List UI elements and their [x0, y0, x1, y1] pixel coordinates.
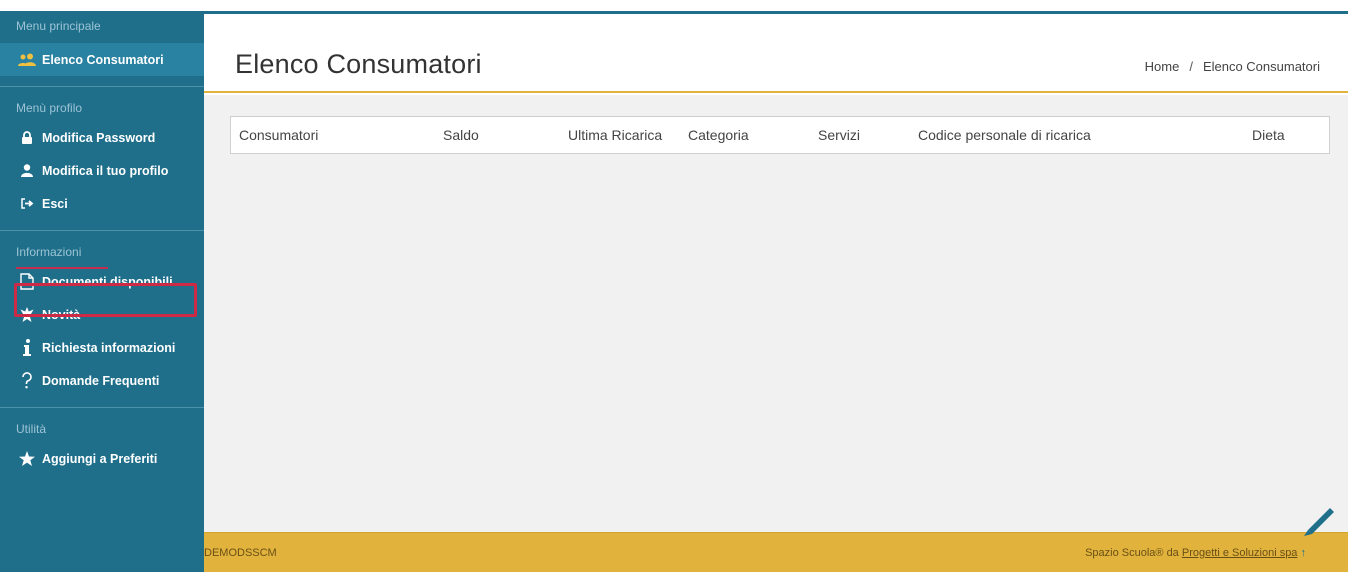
footer-code: DEMODSSCM — [204, 547, 277, 559]
document-icon — [18, 273, 36, 290]
breadcrumb-home[interactable]: Home — [1145, 59, 1180, 74]
info-icon — [18, 339, 36, 356]
users-icon — [18, 53, 36, 67]
sidebar-divider — [0, 86, 204, 87]
footer-credit-link[interactable]: Progetti e Soluzioni spa — [1182, 547, 1298, 559]
column-header-dieta[interactable]: Dieta — [1252, 127, 1285, 143]
sidebar-item-label: Esci — [42, 196, 68, 211]
sidebar-divider — [0, 407, 204, 408]
breadcrumb-current: Elenco Consumatori — [1202, 59, 1320, 74]
main-content: Consumatori Saldo Ultima Ricarica Catego… — [204, 95, 1348, 532]
sidebar-item-label: Novità — [42, 307, 81, 322]
consumers-table-header: Consumatori Saldo Ultima Ricarica Catego… — [230, 116, 1330, 154]
sidebar-item-aggiungi-preferiti[interactable]: Aggiungi a Preferiti — [0, 442, 204, 475]
sidebar-item-richiesta-informazioni[interactable]: Richiesta informazioni — [0, 331, 204, 364]
question-icon — [18, 372, 36, 389]
sidebar-item-modifica-password[interactable]: Modifica Password — [0, 121, 204, 154]
logout-icon — [18, 198, 36, 209]
sidebar-item-documenti-disponibili[interactable]: Documenti disponibili — [0, 265, 204, 298]
sidebar-item-label: Domande Frequenti — [42, 373, 160, 388]
column-header-codice-personale[interactable]: Codice personale di ricarica — [918, 127, 1091, 143]
column-header-categoria[interactable]: Categoria — [688, 127, 749, 143]
breadcrumb: Home / Elenco Consumatori — [1145, 59, 1320, 74]
user-icon — [18, 164, 36, 177]
column-header-ultima-ricarica[interactable]: Ultima Ricarica — [568, 127, 662, 143]
footer-credit-text: Spazio Scuola® da — [1085, 547, 1182, 559]
burst-icon — [18, 306, 36, 323]
sidebar-section-util: Utilità — [16, 422, 47, 436]
sidebar: Menu principale Elenco Consumatori Menù … — [0, 13, 204, 572]
column-header-saldo[interactable]: Saldo — [443, 127, 479, 143]
sidebar-section-main: Menu principale — [16, 19, 101, 33]
sidebar-section-profile: Menù profilo — [16, 101, 83, 115]
annotation-underline — [16, 267, 108, 269]
footer-credit: Spazio Scuola® da Progetti e Soluzioni s… — [1085, 547, 1306, 559]
star-icon — [18, 451, 36, 466]
sidebar-item-domande-frequenti[interactable]: Domande Frequenti — [0, 364, 204, 397]
sidebar-section-info: Informazioni — [16, 245, 82, 259]
scroll-top-arrow-icon[interactable]: ↑ — [1301, 547, 1307, 559]
sidebar-item-label: Aggiungi a Preferiti — [42, 451, 158, 466]
sidebar-item-elenco-consumatori[interactable]: Elenco Consumatori — [0, 43, 204, 76]
sidebar-item-label: Richiesta informazioni — [42, 340, 176, 355]
sidebar-item-label: Elenco Consumatori — [42, 52, 164, 67]
sidebar-item-modifica-profilo[interactable]: Modifica il tuo profilo — [0, 154, 204, 187]
breadcrumb-separator: / — [1189, 59, 1193, 74]
sidebar-item-label: Modifica il tuo profilo — [42, 163, 169, 178]
sidebar-item-novita[interactable]: Novità — [0, 298, 204, 331]
sidebar-item-label: Documenti disponibili — [42, 274, 173, 289]
column-header-consumatori[interactable]: Consumatori — [239, 127, 318, 143]
sidebar-divider — [0, 230, 204, 231]
column-header-servizi[interactable]: Servizi — [818, 127, 860, 143]
sidebar-item-esci[interactable]: Esci — [0, 187, 204, 220]
sidebar-item-label: Modifica Password — [42, 130, 156, 145]
page-header: Elenco Consumatori Home / Elenco Consumato… — [204, 14, 1348, 93]
lock-icon — [18, 131, 36, 144]
page-title: Elenco Consumatori — [235, 49, 482, 79]
pencil-icon[interactable] — [1298, 498, 1338, 538]
footer: DEMODSSCM Spazio Scuola® da Progetti e S… — [204, 532, 1348, 572]
